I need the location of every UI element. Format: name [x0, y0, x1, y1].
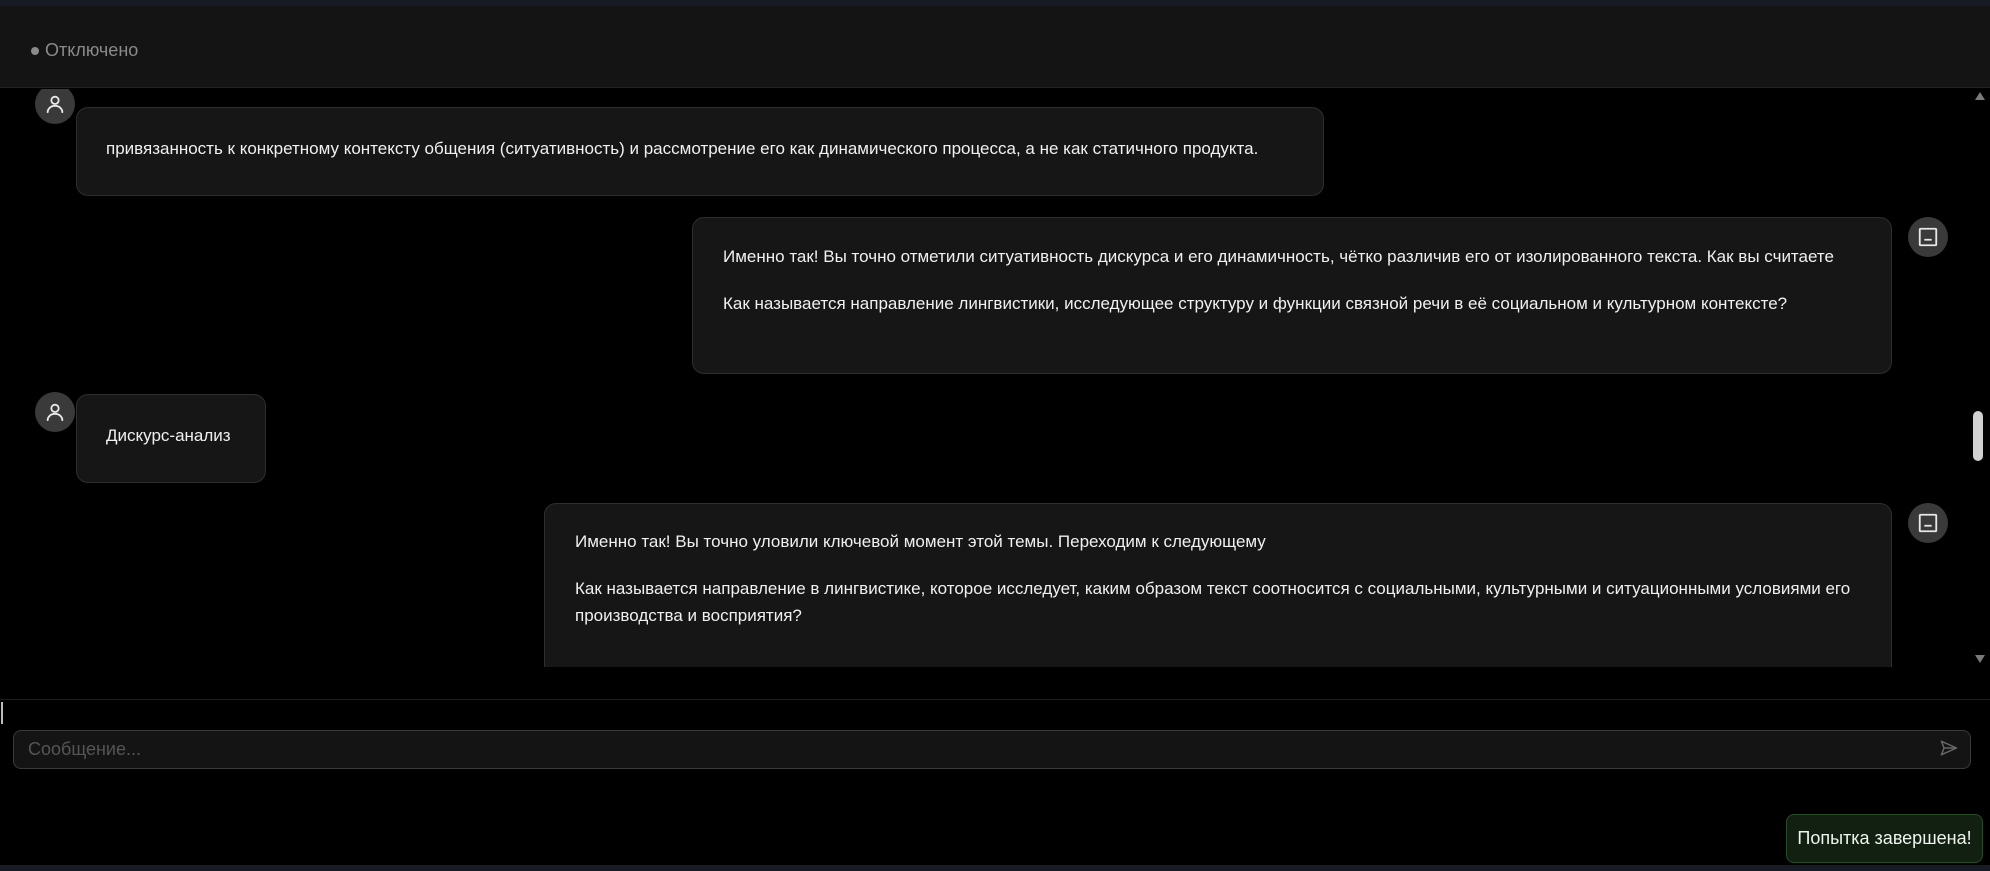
message-text: Как называется направление лингвистики, … [723, 294, 1788, 313]
chat-header: Отключено [0, 6, 1990, 88]
message-list[interactable]: привязанность к конкретному контексту об… [0, 89, 1970, 667]
composer [13, 730, 1971, 769]
message-text: Именно так! Вы точно уловили ключевой мо… [575, 532, 1266, 551]
send-icon [1939, 738, 1959, 763]
toast-text: Попытка завершена! [1797, 828, 1972, 848]
send-button[interactable] [1936, 737, 1962, 763]
scroll-down-arrow-icon[interactable] [1975, 655, 1985, 663]
toast-notification: Попытка завершена! [1786, 814, 1983, 863]
message-text: Дискурс-анализ [106, 426, 231, 445]
status-text: Отключено [45, 40, 139, 60]
message-bubble-bot: Именно так! Вы точно уловили ключевой мо… [544, 503, 1892, 667]
message-text: привязанность к конкретному контексту об… [106, 139, 1259, 158]
message-bubble-user: Дискурс-анализ [76, 394, 266, 483]
message-bubble-bot: Именно так! Вы точно отметили ситуативно… [692, 217, 1892, 374]
bot-avatar [1908, 503, 1948, 543]
status-dot-icon [31, 46, 39, 55]
message-bubble-user: привязанность к конкретному контексту об… [76, 107, 1324, 196]
composer-divider [0, 699, 1990, 700]
user-icon [44, 401, 66, 423]
chat-scrollbar[interactable] [1970, 89, 1990, 667]
connection-status: Отключено [31, 40, 138, 61]
message-text: Именно так! Вы точно отметили ситуативно… [723, 247, 1834, 266]
bot-avatar [1908, 217, 1948, 257]
message-text: Как называется направление в лингвистике… [575, 579, 1851, 625]
user-avatar [35, 89, 75, 124]
scrollbar-thumb[interactable] [1973, 411, 1983, 461]
scroll-up-arrow-icon[interactable] [1975, 92, 1985, 100]
window-bottom-strip [0, 865, 1990, 871]
text-caret [1, 702, 3, 724]
user-avatar [35, 392, 75, 432]
bot-icon [1917, 512, 1939, 534]
message-input[interactable] [14, 731, 1970, 768]
user-icon [44, 93, 66, 115]
bot-icon [1917, 226, 1939, 248]
